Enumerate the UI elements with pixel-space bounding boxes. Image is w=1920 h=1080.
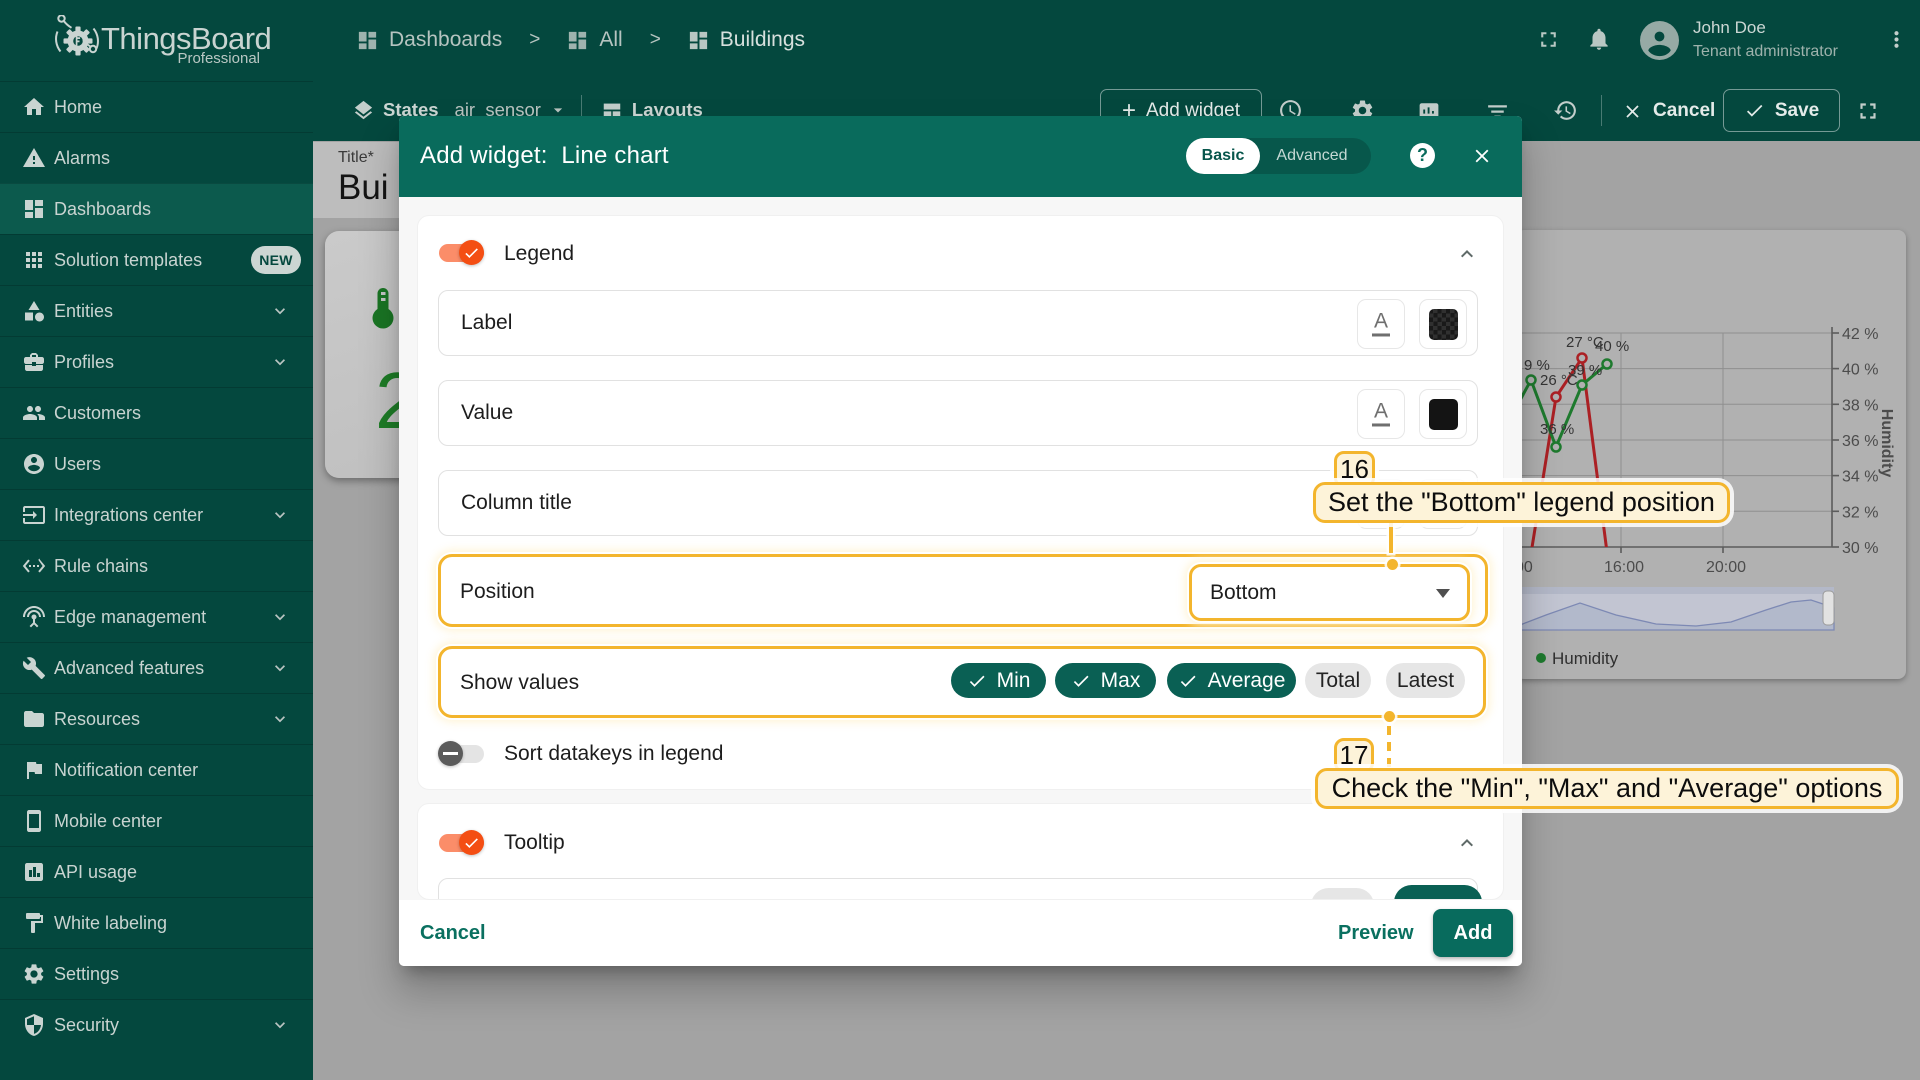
svg-text:40 %: 40 % xyxy=(1595,338,1629,355)
svg-text:36 %: 36 % xyxy=(1540,421,1574,438)
svg-text:Humidity: Humidity xyxy=(1552,649,1619,668)
svg-text:26 °C: 26 °C xyxy=(1540,372,1578,389)
svg-text:30 %: 30 % xyxy=(1842,540,1878,557)
svg-text:38 %: 38 % xyxy=(1842,397,1878,414)
svg-text:36 %: 36 % xyxy=(1842,433,1878,450)
svg-text:34 %: 34 % xyxy=(1842,469,1878,486)
svg-text:16:00: 16:00 xyxy=(1604,559,1644,576)
svg-text:20:00: 20:00 xyxy=(1706,559,1746,576)
svg-text:42 %: 42 % xyxy=(1842,326,1878,343)
svg-text:40 %: 40 % xyxy=(1842,362,1878,379)
svg-text:32 %: 32 % xyxy=(1842,504,1878,521)
svg-text:Humidity: Humidity xyxy=(1878,409,1895,478)
